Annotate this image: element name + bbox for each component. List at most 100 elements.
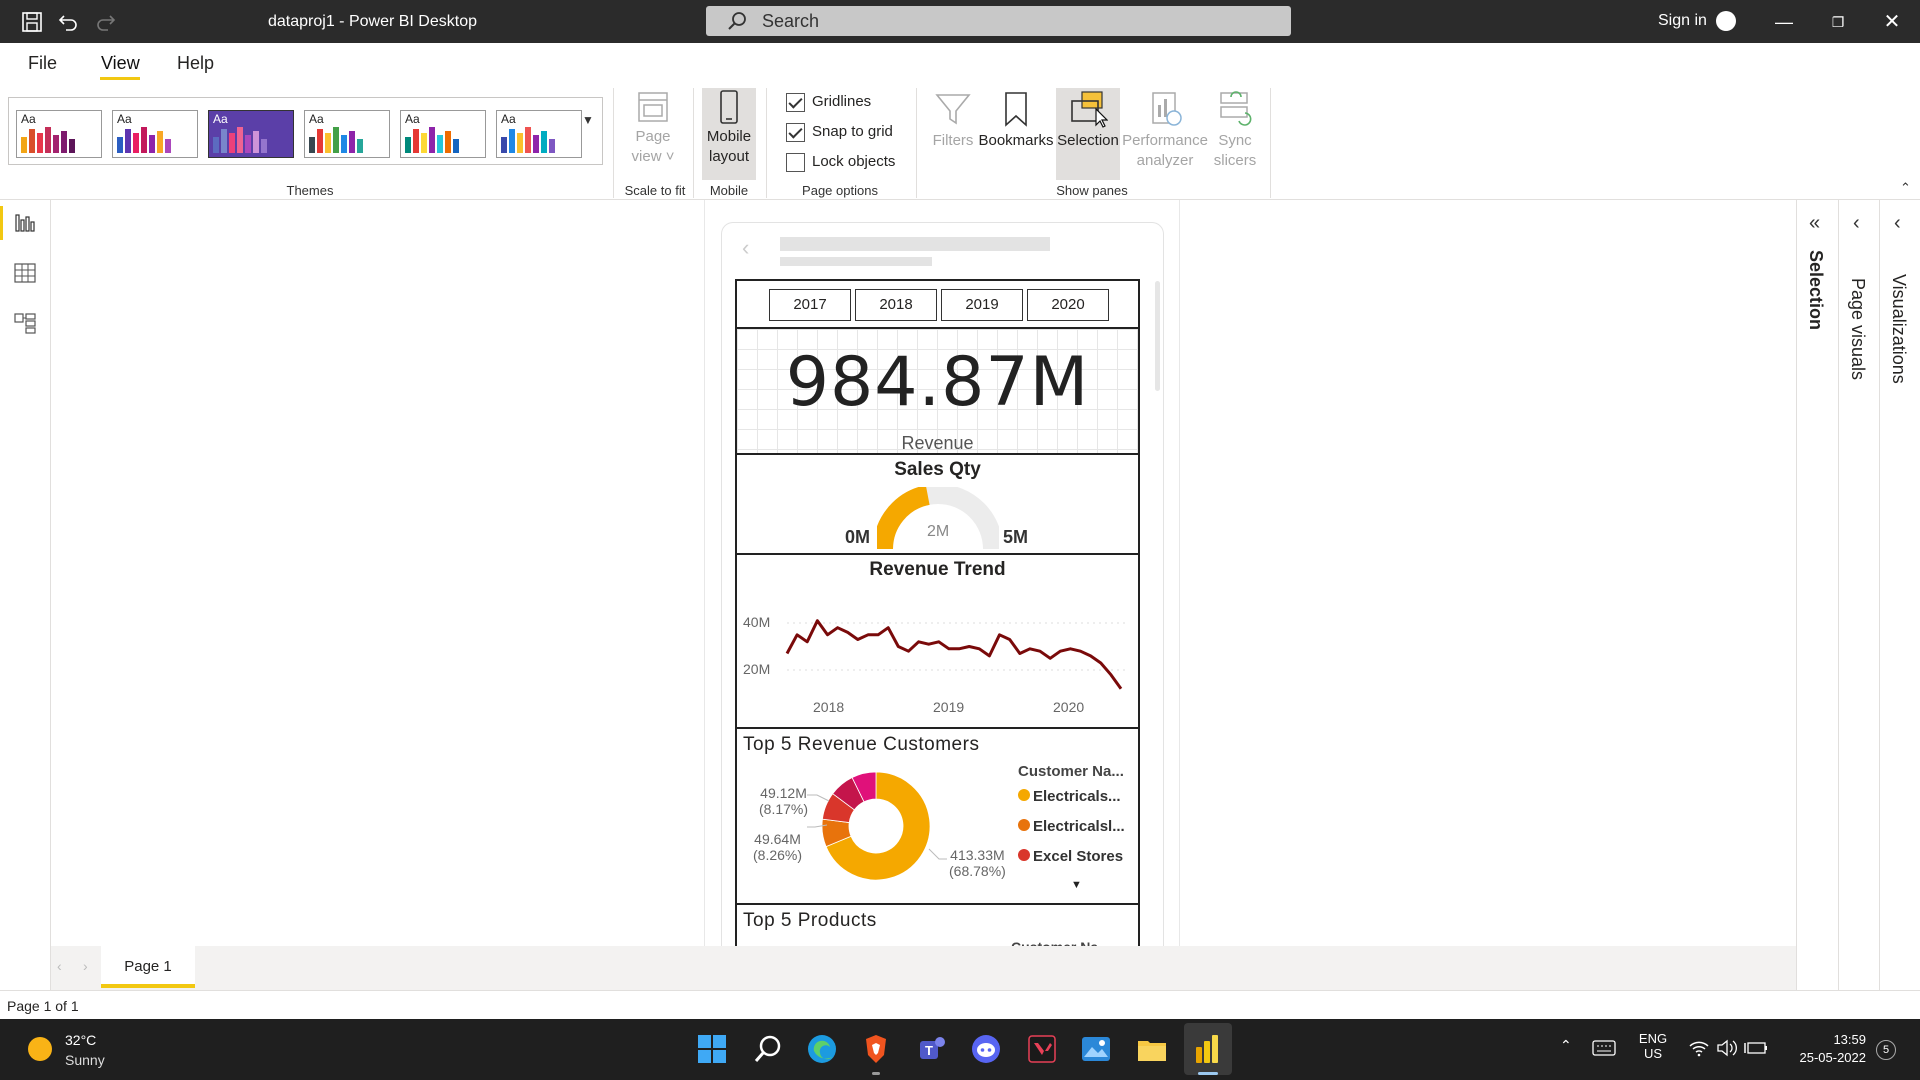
tray-overflow-icon[interactable]: ⌃ xyxy=(1560,1037,1572,1054)
theme-bar xyxy=(229,133,235,153)
battery-icon[interactable] xyxy=(1744,1039,1768,1057)
bookmark-icon xyxy=(1005,92,1027,127)
visualizations-pane-collapsed[interactable]: ‹ Visualizations xyxy=(1879,200,1920,990)
keyboard-icon[interactable] xyxy=(1592,1039,1616,1057)
bookmarks-button[interactable]: Bookmarks xyxy=(978,89,1054,151)
weather-temp[interactable]: 32°C xyxy=(65,1032,96,1048)
menu-view-active-indicator xyxy=(100,77,140,80)
minimize-icon[interactable]: — xyxy=(1774,12,1794,32)
legend-dot-3 xyxy=(1018,849,1030,861)
page-visuals-pane-collapsed[interactable]: ‹ Page visuals xyxy=(1838,200,1879,990)
year-button-2018[interactable]: 2018 xyxy=(855,289,937,321)
trend-plot xyxy=(785,619,1127,690)
valorant-icon[interactable] xyxy=(1026,1033,1058,1065)
theme-bar xyxy=(357,139,363,153)
powerbi-icon[interactable] xyxy=(1192,1033,1224,1065)
close-icon[interactable]: ✕ xyxy=(1882,12,1902,32)
sales-qty-gauge[interactable]: Sales Qty 0M 5M 2M xyxy=(735,453,1140,555)
menu-view[interactable]: View xyxy=(101,53,140,74)
tabs-next-icon[interactable]: › xyxy=(83,958,88,974)
report-view-icon[interactable] xyxy=(14,212,36,234)
weather-sun-icon[interactable] xyxy=(28,1037,52,1061)
mobile-layout-button[interactable]: Mobile layout xyxy=(700,89,758,167)
edge-browser-icon[interactable] xyxy=(806,1033,838,1065)
top-customers-donut[interactable]: Top 5 Revenue Customers 49.12M (8.17%) 49… xyxy=(735,727,1140,905)
theme-swatch-3[interactable]: Aa xyxy=(208,110,294,158)
tab-page-1[interactable]: Page 1 xyxy=(101,946,195,988)
legend-item-3[interactable]: Excel Stores xyxy=(1018,848,1123,865)
collapse-ribbon-icon[interactable]: ⌃ xyxy=(1900,180,1914,195)
lock-label: Lock objects xyxy=(812,153,896,170)
data-view-icon[interactable] xyxy=(14,262,36,284)
theme-swatch-6[interactable]: Aa xyxy=(496,110,582,158)
search-box[interactable]: Search xyxy=(706,6,1291,36)
page-visuals-pane-label[interactable]: Page visuals xyxy=(1847,278,1868,380)
sign-in-link[interactable]: Sign in xyxy=(1658,12,1707,30)
model-view-icon[interactable] xyxy=(14,312,36,334)
year-button-2020[interactable]: 2020 xyxy=(1027,289,1109,321)
revenue-trend-chart[interactable]: Revenue Trend 40M 20M 2018 2019 2020 xyxy=(735,553,1140,729)
search-taskbar-icon[interactable] xyxy=(752,1033,784,1065)
expand-page-visuals-icon[interactable]: ‹ xyxy=(1853,212,1860,235)
theme-bars xyxy=(21,125,75,153)
theme-bar xyxy=(157,131,163,153)
gridlines-label: Gridlines xyxy=(812,93,872,110)
expand-selection-icon[interactable]: « xyxy=(1809,212,1820,235)
redo-icon[interactable] xyxy=(94,10,118,34)
legend-item-2[interactable]: Electricalsl... xyxy=(1018,818,1125,835)
clock[interactable]: 13:59 25-05-2022 xyxy=(1790,1032,1867,1065)
selection-button[interactable]: Selection xyxy=(1054,89,1122,151)
notification-badge[interactable]: 5 xyxy=(1876,1040,1896,1060)
discord-icon[interactable] xyxy=(970,1033,1002,1065)
theme-swatch-5[interactable]: Aa xyxy=(400,110,486,158)
filter-icon xyxy=(935,94,971,125)
filters-button[interactable]: Filters xyxy=(926,89,980,151)
performance-analyzer-button[interactable]: Performance analyzer xyxy=(1122,89,1208,171)
undo-icon[interactable] xyxy=(56,10,80,34)
menu-help[interactable]: Help xyxy=(177,53,214,74)
file-explorer-icon[interactable] xyxy=(1136,1033,1168,1065)
visualizations-pane-label[interactable]: Visualizations xyxy=(1888,274,1909,384)
theme-swatch-1[interactable]: Aa xyxy=(16,110,102,158)
themes-expand-icon[interactable]: ▼ xyxy=(582,113,598,129)
volume-icon[interactable] xyxy=(1716,1039,1738,1057)
revenue-card[interactable]: 984.87M Revenue xyxy=(735,327,1140,455)
tabs-prev-icon[interactable]: ‹ xyxy=(57,958,62,974)
brave-browser-icon[interactable] xyxy=(860,1033,892,1065)
theme-aa-label: Aa xyxy=(501,112,516,126)
teams-icon[interactable]: T xyxy=(916,1033,948,1065)
snap-check[interactable] xyxy=(786,123,805,142)
year-button-2017[interactable]: 2017 xyxy=(769,289,851,321)
selection-pane-label[interactable]: Selection xyxy=(1805,250,1826,330)
year-button-2019[interactable]: 2019 xyxy=(941,289,1023,321)
expand-visualizations-icon[interactable]: ‹ xyxy=(1894,212,1901,235)
menu-file[interactable]: File xyxy=(28,53,57,74)
save-icon[interactable] xyxy=(20,10,44,34)
language-indicator[interactable]: ENG US xyxy=(1638,1031,1668,1061)
wifi-icon[interactable] xyxy=(1688,1039,1710,1057)
selection-pane-collapsed[interactable]: « Selection xyxy=(1796,200,1838,990)
group-label-themes: Themes xyxy=(286,183,334,198)
status-bar: Page 1 of 1 xyxy=(0,990,1920,1019)
lock-check[interactable] xyxy=(786,153,805,172)
theme-bar xyxy=(61,131,67,153)
theme-bar xyxy=(37,133,43,153)
phone-scrollbar[interactable] xyxy=(1155,281,1160,391)
theme-bars xyxy=(213,125,267,153)
top-products-chart[interactable]: Top 5 Products Customer Na... xyxy=(735,903,1140,948)
windows-start-icon[interactable] xyxy=(696,1033,728,1065)
page-view-label-1: Page xyxy=(635,128,671,145)
theme-bar xyxy=(245,135,251,153)
page-tabs-bar: ‹ › xyxy=(51,946,1796,990)
sync-slicers-button[interactable]: Sync slicers xyxy=(1206,89,1264,171)
photos-icon[interactable] xyxy=(1080,1033,1112,1065)
legend-more-icon[interactable]: ▼ xyxy=(1071,879,1082,891)
gridlines-check[interactable] xyxy=(786,93,805,112)
avatar[interactable] xyxy=(1716,11,1736,31)
page-view-button[interactable]: Page view ˅ xyxy=(622,89,684,167)
legend-item-1[interactable]: Electricals... xyxy=(1018,788,1121,805)
theme-swatch-4[interactable]: Aa xyxy=(304,110,390,158)
theme-swatch-2[interactable]: Aa xyxy=(112,110,198,158)
restore-icon[interactable]: ❐ xyxy=(1828,12,1848,32)
weather-desc[interactable]: Sunny xyxy=(65,1052,105,1068)
